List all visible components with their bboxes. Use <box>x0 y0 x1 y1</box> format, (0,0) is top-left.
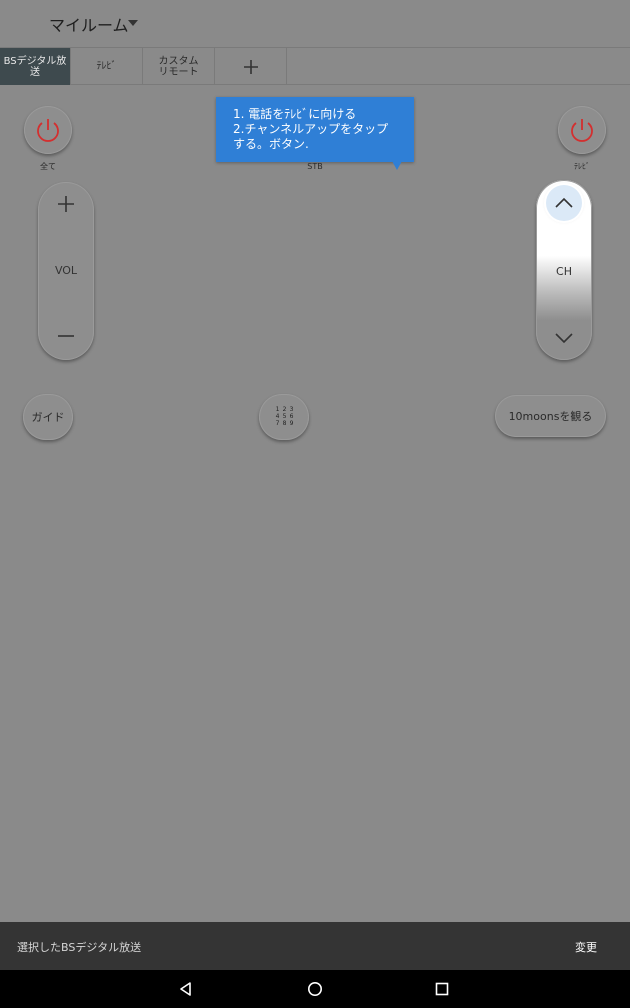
numpad-icon: 1 2 3 4 5 6 7 8 9 <box>274 406 294 427</box>
numpad-digit: 9 <box>289 420 294 427</box>
numpad-digit: 7 <box>275 420 280 427</box>
tab-label-line1: BSデジタル放 <box>3 55 67 67</box>
watch-label: 10moonsを観る <box>508 410 593 423</box>
home-button[interactable] <box>295 970 335 1008</box>
tab-label-line1: カスタム <box>158 55 199 67</box>
power-tv-button[interactable] <box>558 106 606 154</box>
tooltip-line: 2.チャンネルアップをタップ <box>233 122 389 136</box>
recents-icon <box>435 982 449 996</box>
numpad-digit: 2 <box>282 406 287 413</box>
minus-icon <box>58 335 74 337</box>
tooltip-line: 1. 電話をﾃﾚﾋﾞに向ける <box>233 107 357 121</box>
guide-label: ガイド <box>31 411 65 424</box>
tab-tv[interactable]: ﾃﾚﾋﾞ <box>71 48 143 85</box>
numpad-button[interactable]: 1 2 3 4 5 6 7 8 9 <box>259 394 309 440</box>
tab-custom-remote[interactable]: カスタム リモート <box>143 48 215 85</box>
chevron-down-icon <box>555 333 573 344</box>
numpad-digit: 6 <box>289 413 294 420</box>
numpad-digit: 8 <box>282 420 287 427</box>
channel-rocker: CH <box>536 180 592 360</box>
channel-down-button[interactable] <box>536 316 592 360</box>
power-icon <box>571 119 593 142</box>
tab-add-button[interactable] <box>215 48 287 85</box>
chevron-up-icon <box>555 197 573 208</box>
power-all-button[interactable] <box>24 106 72 154</box>
numpad-digit: 1 <box>275 406 280 413</box>
numpad-digit: 5 <box>282 413 287 420</box>
channel-up-button[interactable] <box>546 185 582 221</box>
top-bar: マイルーム <box>0 0 630 47</box>
snackbar-change-button[interactable]: 変更 <box>575 939 597 955</box>
snackbar-message: 選択したBSデジタル放送 <box>17 941 142 954</box>
instruction-tooltip[interactable]: 1. 電話をﾃﾚﾋﾞに向ける 2.チャンネルアップをタップ する。ボタン. <box>216 97 414 162</box>
chevron-down-icon[interactable] <box>128 20 138 26</box>
back-button[interactable] <box>166 970 206 1008</box>
back-icon <box>180 982 191 996</box>
snackbar: 選択したBSデジタル放送 変更 <box>0 922 630 970</box>
volume-down-button[interactable] <box>38 314 94 358</box>
system-nav-bar <box>0 970 630 1008</box>
remote-tabs: BSデジタル放送 ﾃﾚﾋﾞ カスタム リモート <box>0 47 630 85</box>
plus-icon <box>243 59 258 74</box>
guide-button[interactable]: ガイド <box>23 394 73 440</box>
volume-rocker: VOL <box>38 182 94 360</box>
tab-label-line2: リモート <box>158 66 199 78</box>
channel-label: CH <box>556 265 572 278</box>
room-title[interactable]: マイルーム <box>49 12 129 36</box>
power-tv-label: ﾃﾚﾋﾞ <box>574 162 590 171</box>
tab-label: ﾃﾚﾋﾞ <box>96 61 117 72</box>
power-all-label: 全て <box>40 162 56 171</box>
recents-button[interactable] <box>422 970 462 1008</box>
numpad-digit: 4 <box>275 413 280 420</box>
home-icon <box>308 982 322 996</box>
tab-bs-digital[interactable]: BSデジタル放送 <box>0 48 71 85</box>
plus-icon <box>58 196 74 212</box>
tab-label-line2: 送 <box>30 66 40 78</box>
volume-label: VOL <box>54 264 78 277</box>
watch-10moons-button[interactable]: 10moonsを観る <box>495 395 606 437</box>
power-icon <box>37 119 59 142</box>
tooltip-line: する。ボタン. <box>233 137 309 151</box>
numpad-digit: 3 <box>289 406 294 413</box>
tooltip-tail <box>392 161 402 170</box>
stb-label: STB <box>307 162 323 171</box>
volume-up-button[interactable] <box>38 182 94 226</box>
